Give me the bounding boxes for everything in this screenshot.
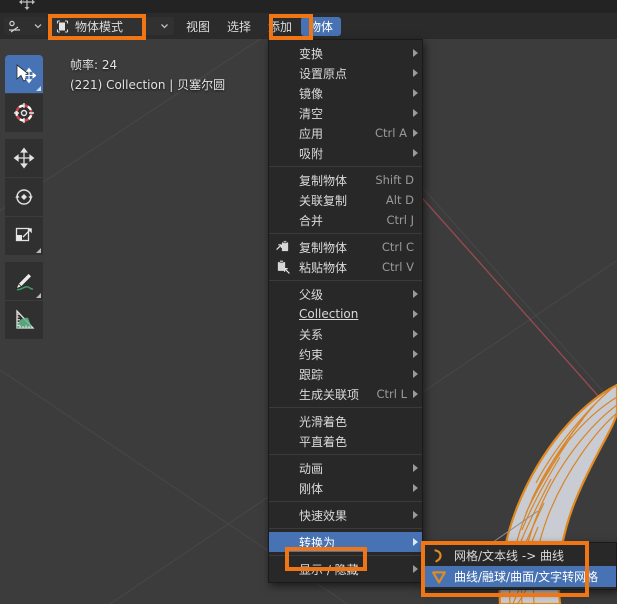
copy-icon bbox=[276, 240, 289, 252]
object-dropdown-menu: 变换 设置原点 镜像 清空 应用 Ctrl A 吸附 复制物体 Shift D bbox=[268, 39, 423, 583]
tool-scale[interactable] bbox=[5, 217, 43, 255]
tool-expand-corner bbox=[36, 248, 41, 253]
chevron-right-icon bbox=[413, 390, 418, 398]
tool-cursor[interactable] bbox=[5, 94, 43, 132]
tool-expand-corner bbox=[36, 293, 41, 298]
chevron-right-icon bbox=[413, 89, 418, 97]
menu-separator bbox=[269, 280, 422, 281]
tool-tweak[interactable] bbox=[5, 55, 43, 93]
menu-item-quick-effects[interactable]: 快速效果 bbox=[269, 505, 422, 525]
menu-item-clear[interactable]: 清空 bbox=[269, 103, 422, 123]
menu-item-constraints[interactable]: 约束 bbox=[269, 344, 422, 364]
menu-item-convert-to[interactable]: 转换为 bbox=[269, 532, 422, 552]
menu-item-rigid-body[interactable]: 刚体 bbox=[269, 478, 422, 498]
menu-item-relations[interactable]: 关系 bbox=[269, 324, 422, 344]
mode-selector[interactable]: 物体模式 bbox=[50, 17, 174, 35]
menu-item-duplicate-objects[interactable]: 复制物体 Shift D bbox=[269, 170, 422, 190]
chevron-right-icon bbox=[413, 330, 418, 338]
menu-separator bbox=[269, 233, 422, 234]
menu-add[interactable]: 添加 bbox=[260, 17, 300, 36]
cursor-arrow-move-icon bbox=[16, 64, 36, 84]
move-gizmo-icon bbox=[17, 0, 35, 10]
rotate-icon bbox=[15, 189, 33, 205]
menu-separator bbox=[269, 501, 422, 502]
menu-view[interactable]: 视图 bbox=[178, 17, 218, 36]
chevron-right-icon bbox=[413, 511, 418, 519]
chevron-right-icon bbox=[413, 109, 418, 117]
tool-annotate[interactable] bbox=[5, 262, 43, 300]
submenu-item-curve-meta-surf-text-to-mesh[interactable]: 曲线/融球/曲面/文字转网格 bbox=[424, 566, 616, 587]
3d-cursor-icon bbox=[14, 103, 34, 123]
blender-window: 物体模式 视图 选择 添加 物体 帧率: 24 (221) Collection… bbox=[0, 0, 617, 604]
curve-icon bbox=[434, 548, 442, 562]
chevron-right-icon bbox=[413, 49, 418, 57]
menu-item-join[interactable]: 合并 Ctrl J bbox=[269, 210, 422, 230]
chevron-right-icon bbox=[413, 484, 418, 492]
chevron-right-icon bbox=[413, 310, 418, 318]
menu-item-apply[interactable]: 应用 Ctrl A bbox=[269, 123, 422, 143]
chevron-right-icon bbox=[413, 464, 418, 472]
chevron-right-icon bbox=[413, 290, 418, 298]
menu-item-shade-smooth[interactable]: 光滑着色 bbox=[269, 411, 422, 431]
object-mode-icon bbox=[56, 19, 69, 33]
chevron-right-icon bbox=[413, 538, 418, 546]
tool-measure[interactable] bbox=[5, 301, 43, 339]
menu-item-snap[interactable]: 吸附 bbox=[269, 143, 422, 163]
menu-item-paste-objects[interactable]: 粘贴物体 Ctrl V bbox=[269, 257, 422, 277]
top-strip bbox=[0, 0, 617, 13]
chevron-right-icon bbox=[413, 350, 418, 358]
mode-label: 物体模式 bbox=[75, 19, 124, 34]
menu-item-copy-objects[interactable]: 复制物体 Ctrl C bbox=[269, 237, 422, 257]
paste-icon bbox=[277, 259, 290, 274]
editor-type-selector[interactable] bbox=[4, 17, 46, 35]
chevron-right-icon bbox=[413, 129, 418, 137]
pencil-icon bbox=[15, 272, 34, 291]
menu-item-duplicate-linked[interactable]: 关联复制 Alt D bbox=[269, 190, 422, 210]
menu-separator bbox=[269, 166, 422, 167]
chevron-down-icon bbox=[34, 24, 42, 29]
menu-item-make-links[interactable]: 生成关联项 Ctrl L bbox=[269, 384, 422, 404]
menu-item-mirror[interactable]: 镜像 bbox=[269, 83, 422, 103]
menu-item-shade-flat[interactable]: 平直着色 bbox=[269, 431, 422, 451]
move-arrows-icon bbox=[13, 147, 35, 169]
viewport-toolbar bbox=[5, 55, 43, 340]
scale-icon bbox=[15, 227, 32, 242]
menu-item-show-hide[interactable]: 显示 / 隐藏 bbox=[269, 559, 422, 579]
menu-separator bbox=[269, 454, 422, 455]
tool-rotate[interactable] bbox=[5, 178, 43, 216]
ruler-icon bbox=[16, 309, 35, 329]
menu-object[interactable]: 物体 bbox=[301, 16, 342, 36]
menu-separator bbox=[269, 407, 422, 408]
mesh-triangle-icon bbox=[432, 570, 446, 583]
viewport-header: 物体模式 视图 选择 添加 物体 bbox=[0, 13, 617, 39]
menu-item-parent[interactable]: 父级 bbox=[269, 284, 422, 304]
editor-type-icon bbox=[9, 20, 20, 32]
submenu-item-mesh-text-to-curve[interactable]: 网格/文本线 -> 曲线 bbox=[424, 545, 616, 566]
chevron-right-icon bbox=[413, 370, 418, 378]
menu-item-transform[interactable]: 变换 bbox=[269, 43, 422, 63]
convert-to-submenu: 网格/文本线 -> 曲线 曲线/融球/曲面/文字转网格 bbox=[423, 542, 617, 590]
menu-item-animation[interactable]: 动画 bbox=[269, 458, 422, 478]
chevron-down-icon bbox=[161, 24, 168, 29]
menu-separator bbox=[269, 555, 422, 556]
tool-move[interactable] bbox=[5, 139, 43, 177]
menu-item-collection[interactable]: Collection bbox=[269, 304, 422, 324]
menu-select[interactable]: 选择 bbox=[219, 17, 259, 36]
tool-expand-corner bbox=[36, 86, 41, 91]
menu-separator bbox=[269, 528, 422, 529]
chevron-right-icon bbox=[413, 565, 418, 573]
chevron-right-icon bbox=[413, 69, 418, 77]
menu-item-set-origin[interactable]: 设置原点 bbox=[269, 63, 422, 83]
menu-item-track[interactable]: 跟踪 bbox=[269, 364, 422, 384]
chevron-right-icon bbox=[413, 149, 418, 157]
